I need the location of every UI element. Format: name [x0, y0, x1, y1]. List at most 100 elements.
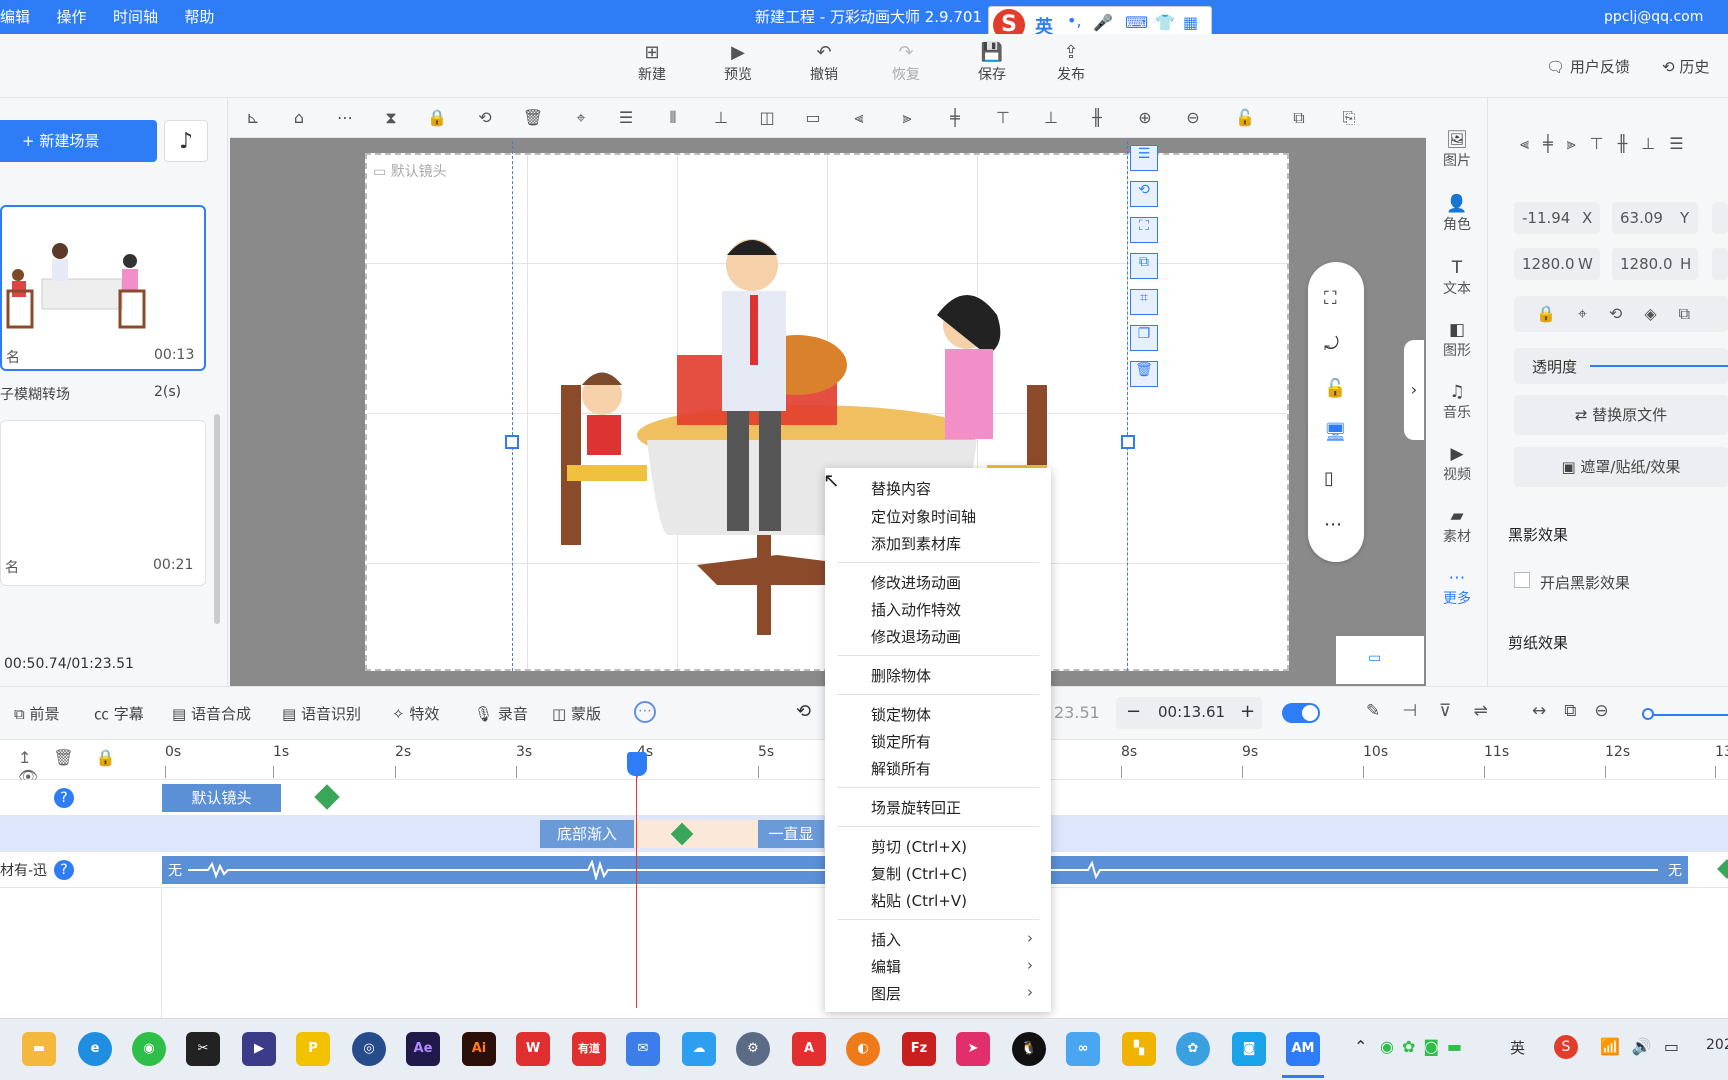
scene-scrollbar[interactable] — [214, 414, 220, 624]
crop-icon[interactable]: ⌗ — [1130, 289, 1158, 315]
menu-item-lock-all[interactable]: 锁定所有 — [871, 731, 931, 752]
snap-toggle[interactable] — [1282, 703, 1320, 723]
hourglass-icon[interactable]: ⧗ — [380, 107, 402, 129]
menu-item-lock-object[interactable]: 锁定物体 — [871, 704, 931, 725]
subtitle-button[interactable]: ㏄ 字幕 — [94, 703, 144, 724]
cloud-icon[interactable]: ☁ — [682, 1032, 716, 1066]
align-vcenter-icon[interactable]: ╫ — [1086, 107, 1108, 129]
tray-sogou-icon[interactable]: S — [1554, 1035, 1578, 1059]
menu-timeline[interactable]: 时间轴 — [113, 0, 158, 34]
distribute-h-icon[interactable]: ⫴ — [662, 107, 684, 129]
replace-file-button[interactable]: ⇄ 替换原文件 — [1514, 395, 1728, 435]
keyboard-icon[interactable]: ⌨ — [1125, 13, 1148, 32]
menu-item-reset-rotation[interactable]: 场景旋转回正 — [871, 797, 961, 818]
explorer-icon[interactable]: ▬ — [22, 1032, 56, 1066]
blender-icon[interactable]: ◐ — [846, 1032, 880, 1066]
enter-animation-clip[interactable]: 底部渐入 — [540, 820, 634, 848]
help-icon[interactable]: ? — [54, 860, 74, 880]
y-field[interactable]: 63.09 Y — [1612, 202, 1698, 234]
sidebar-item-more[interactable]: ⋯ 更多 — [1426, 568, 1488, 608]
tray-apps[interactable]: ◉✿◙▬ — [1380, 1037, 1470, 1056]
redo-button[interactable]: ↷ 恢复 — [878, 42, 934, 84]
align-bottom2-icon[interactable]: ⊥ — [1040, 107, 1062, 129]
feishu-icon[interactable]: ✉ — [626, 1032, 660, 1066]
foreground-button[interactable]: ⧉ 前景 — [14, 703, 60, 724]
minimap[interactable]: ▭ — [1336, 636, 1424, 684]
microphone-icon[interactable]: 🎤 — [1093, 13, 1113, 32]
mask-button[interactable]: ◫ 蒙版 — [552, 703, 601, 724]
wps-icon[interactable]: W — [516, 1032, 550, 1066]
mask-effect-button[interactable]: ▣ 遮罩/贴纸/效果 — [1514, 447, 1728, 487]
unlock-icon[interactable]: 🔓 — [1234, 107, 1256, 129]
acrobat-icon[interactable]: A — [792, 1032, 826, 1066]
settings-icon[interactable]: ⚙ — [736, 1032, 770, 1066]
duration-stepper[interactable]: − 00:13.61 + — [1116, 697, 1262, 729]
flip-icon[interactable]: ◫ — [756, 107, 778, 129]
asr-button[interactable]: ▤ 语音识别 — [282, 703, 361, 724]
menu-item-layer[interactable]: 图层 — [871, 983, 901, 1004]
add-audio-keyframe-icon[interactable] — [1717, 859, 1728, 879]
track-controls[interactable]: ↥🗑🔒👁 — [0, 740, 161, 786]
qq-icon[interactable]: 🐧 — [1012, 1032, 1046, 1066]
baidu-netdisk-icon[interactable]: ∞ — [1066, 1032, 1100, 1066]
resize-handle-right[interactable] — [1121, 435, 1135, 449]
h-field[interactable]: 1280.0 H — [1612, 248, 1698, 280]
minus-icon[interactable]: − — [1126, 701, 1141, 722]
sidebar-item-text[interactable]: T 文本 — [1426, 258, 1488, 298]
history-button[interactable]: ⟲ 历史 — [1662, 56, 1709, 77]
home-icon[interactable]: ⌂ — [288, 107, 310, 129]
skin-icon[interactable]: 👕 — [1155, 13, 1175, 32]
more-options-icon[interactable]: ⋯ — [634, 701, 656, 723]
spacing-icon[interactable]: ▭ — [802, 107, 824, 129]
layer-top-icon[interactable]: ☰ — [1130, 145, 1158, 171]
youdao-icon[interactable]: 有道 — [572, 1032, 606, 1066]
focus-icon[interactable]: ⌖ — [570, 107, 592, 129]
collapse-panel-button[interactable]: › — [1404, 340, 1424, 440]
fan-icon[interactable]: ✿ — [1176, 1032, 1210, 1066]
ruler-icon[interactable]: ⊾ — [242, 107, 264, 129]
trash-icon[interactable]: 🗑 — [1130, 361, 1158, 387]
menu-item-edit-enter[interactable]: 修改进场动画 — [871, 572, 961, 593]
playhead-handle[interactable] — [627, 752, 647, 776]
tray-ime-lang[interactable]: 英 — [1510, 1037, 1525, 1058]
sidebar-item-shape[interactable]: ◧ 图形 — [1426, 320, 1488, 360]
filezilla-icon[interactable]: Fz — [902, 1032, 936, 1066]
align-hcenter-icon[interactable]: ╪ — [944, 107, 966, 129]
ratio-field[interactable] — [1712, 248, 1728, 280]
new-scene-button[interactable]: + 新建场景 — [0, 120, 157, 162]
menu-help[interactable]: 帮助 — [184, 0, 214, 34]
menu-item-cut[interactable]: 剪切 (Ctrl+X) — [871, 836, 967, 857]
more-icon[interactable]: ⋯ — [1324, 514, 1342, 535]
menu-item-delete-object[interactable]: 删除物体 — [871, 665, 931, 686]
wechat-icon[interactable]: ◉ — [132, 1032, 166, 1066]
desktop-icon[interactable]: 🖥 — [1324, 422, 1347, 443]
preview-button[interactable]: ▶ 预览 — [710, 42, 766, 84]
zoom-tools[interactable]: ↔⧉⊖ — [1532, 701, 1627, 721]
ae-icon[interactable]: Ae — [406, 1032, 440, 1066]
rotation-field[interactable] — [1712, 202, 1728, 234]
rotate-icon[interactable]: ⟲ — [474, 107, 496, 129]
menu-item-paste[interactable]: 粘贴 (Ctrl+V) — [871, 890, 967, 911]
record-button[interactable]: 🎙 录音 — [474, 703, 528, 724]
tray-system-icons[interactable]: 📶🔊▭ — [1600, 1037, 1691, 1056]
music-button[interactable]: ♪ — [164, 120, 208, 162]
object-tools[interactable]: 🔒⌖⟲◈⧉ — [1514, 296, 1728, 332]
c4d-icon[interactable]: ◎ — [352, 1032, 386, 1066]
toolbox-icon[interactable]: ▦ — [1183, 13, 1198, 32]
menu-operate[interactable]: 操作 — [56, 0, 86, 34]
video-editor-icon[interactable]: ▶ — [242, 1032, 276, 1066]
w-field[interactable]: 1280.0 W — [1514, 248, 1600, 280]
sidebar-item-video[interactable]: ▶ 视频 — [1426, 444, 1488, 484]
object-duration-bar[interactable] — [634, 820, 758, 848]
resize-handle-left[interactable] — [505, 435, 519, 449]
new-button[interactable]: ⊞ 新建 — [624, 42, 680, 84]
copy-icon[interactable]: ⧉ — [1288, 107, 1310, 129]
fullscreen-icon[interactable]: ⛶ — [1324, 288, 1337, 309]
always-show-clip[interactable]: 一直显 — [758, 820, 824, 848]
lock-icon[interactable]: 🔒 — [426, 107, 448, 129]
ai-icon[interactable]: Ai — [462, 1032, 496, 1066]
potplayer-icon[interactable]: P — [296, 1032, 330, 1066]
zoom-slider[interactable] — [1642, 708, 1728, 720]
menu-item-edit-exit[interactable]: 修改退场动画 — [871, 626, 961, 647]
transition-label[interactable]: 子模糊转场 — [0, 384, 70, 404]
